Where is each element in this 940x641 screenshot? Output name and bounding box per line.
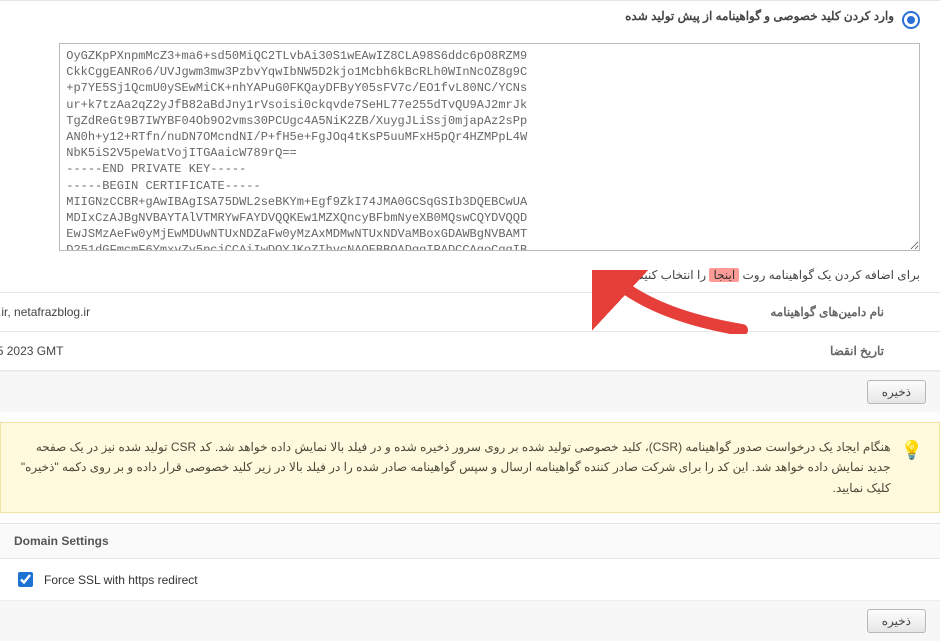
cert-domains-label: نام دامین‌های گواهینامه	[404, 293, 940, 331]
add-root-cert-text: برای اضافه کردن یک گواهینامه روت اینجا ر…	[638, 268, 920, 282]
add-root-suffix: را انتخاب کنید	[638, 268, 709, 282]
cert-expiry-label: تاریخ انقضا	[404, 332, 940, 370]
add-root-prefix: برای اضافه کردن یک گواهینامه روت	[739, 268, 920, 282]
cert-domains-value: *.netafrazblog.ir, netafrazblog.ir	[0, 293, 404, 331]
force-ssl-label: Force SSL with https redirect	[44, 573, 198, 587]
add-root-here-link[interactable]: اینجا	[709, 268, 739, 282]
cert-domains-row: نام دامین‌های گواهینامه *.netafrazblog.i…	[0, 293, 940, 332]
lightbulb-icon: 💡	[901, 435, 923, 466]
cert-textarea[interactable]	[59, 43, 920, 251]
save-button[interactable]: ذخیره	[867, 380, 926, 404]
radio-paste-cert[interactable]	[902, 11, 920, 29]
csr-info-box: هنگام ایجاد یک درخواست صدور گواهینامه (C…	[0, 422, 940, 513]
info-text: هنگام ایجاد یک درخواست صدور گواهینامه (C…	[17, 437, 891, 498]
force-ssl-checkbox[interactable]	[18, 572, 33, 587]
domain-settings-header: Domain Settings	[0, 523, 940, 559]
cert-expiry-row: تاریخ انقضا Jan 3 05:51:45 2023 GMT	[0, 332, 940, 371]
cert-expiry-value: Jan 3 05:51:45 2023 GMT	[0, 332, 404, 370]
save-button-domain[interactable]: ذخیره	[867, 609, 926, 633]
paste-cert-label: وارد کردن کلید خصوصی و گواهینامه از پیش …	[625, 9, 894, 23]
